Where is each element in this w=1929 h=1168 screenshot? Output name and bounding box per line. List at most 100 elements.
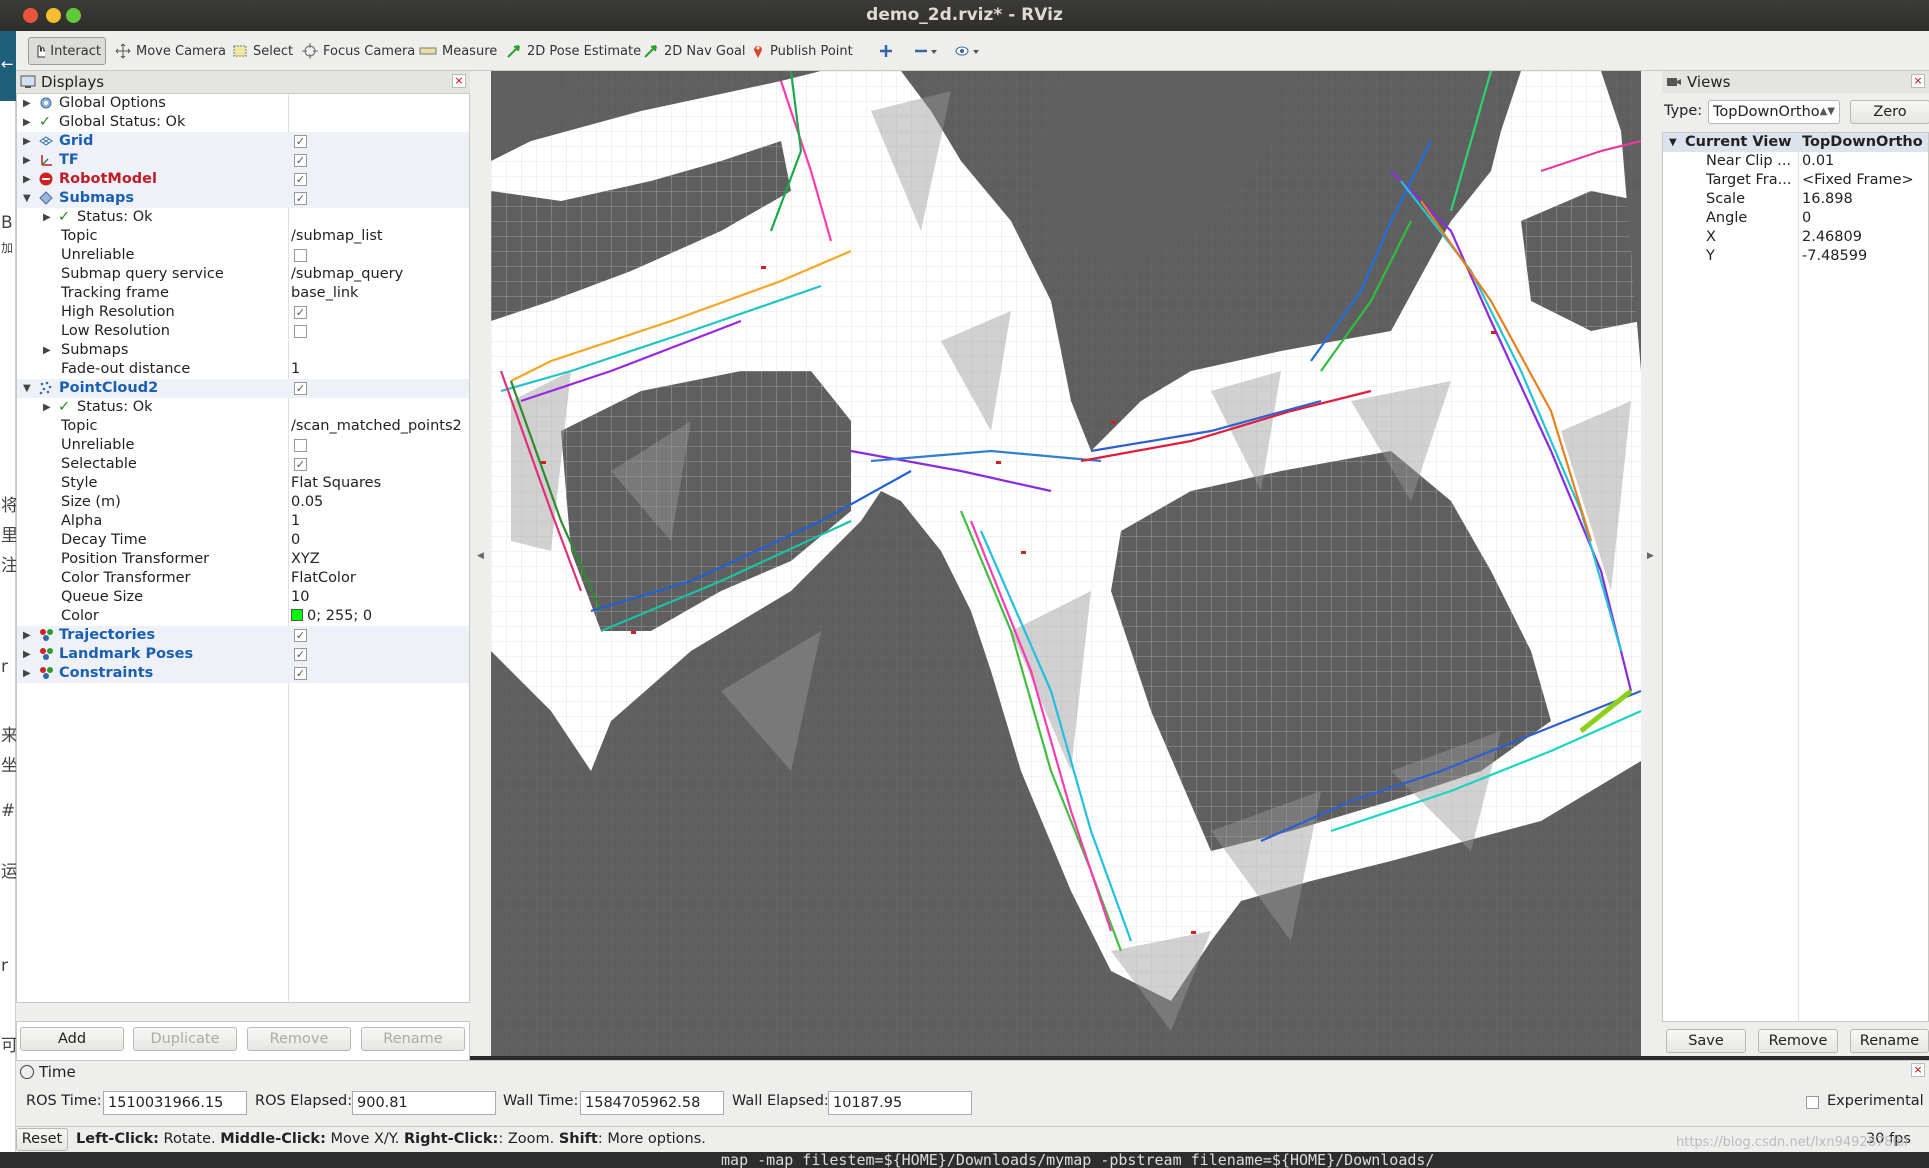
collapse-right-arrow-icon[interactable]: ▶ xyxy=(1647,551,1654,561)
property-checkbox[interactable] xyxy=(294,249,307,262)
close-panel-button[interactable]: × xyxy=(1911,1063,1925,1077)
display-row-pointcloud2[interactable]: ▼ PointCloud2 ✓ xyxy=(17,379,469,398)
display-row-submaps[interactable]: ▼ Submaps ✓ xyxy=(17,189,469,208)
property-row-unreliable[interactable]: Unreliable xyxy=(17,436,469,455)
expand-arrow-icon[interactable]: ▶ xyxy=(23,151,33,170)
property-row-submap-query-service[interactable]: Submap query service /submap_query xyxy=(17,265,469,284)
rename-display-button[interactable]: Rename xyxy=(361,1027,465,1051)
property-checkbox[interactable] xyxy=(294,439,307,452)
display-row-tf[interactable]: ▶ TF ✓ xyxy=(17,151,469,170)
enabled-checkbox[interactable]: ✓ xyxy=(294,154,307,167)
view-type-select[interactable]: TopDownOrtho ▲▼ xyxy=(1708,100,1840,124)
property-row-topic[interactable]: Topic /scan_matched_points2 xyxy=(17,417,469,436)
view-property-row[interactable]: X 2.46809 xyxy=(1663,228,1928,247)
focus-camera-tool-button[interactable]: Focus Camera xyxy=(298,37,419,65)
remove-display-button[interactable]: Remove xyxy=(247,1027,351,1051)
property-value[interactable]: 0.05 xyxy=(291,493,323,512)
view-property-row[interactable]: Angle 0 xyxy=(1663,209,1928,228)
expand-arrow-icon[interactable]: ▶ xyxy=(23,94,33,113)
current-view-row[interactable]: ▼ Current View TopDownOrtho ... xyxy=(1663,133,1928,152)
property-row-fade-out-distance[interactable]: Fade-out distance 1 xyxy=(17,360,469,379)
property-row-style[interactable]: Style Flat Squares xyxy=(17,474,469,493)
display-row-grid[interactable]: ▶ Grid ✓ xyxy=(17,132,469,151)
view-property-value[interactable]: 16.898 xyxy=(1802,190,1853,209)
remove-view-button[interactable]: Remove xyxy=(1758,1029,1838,1053)
enabled-checkbox[interactable]: ✓ xyxy=(294,135,307,148)
experimental-checkbox[interactable] xyxy=(1806,1096,1819,1109)
collapse-arrow-icon[interactable]: ▼ xyxy=(23,189,33,208)
measure-tool-button[interactable]: Measure xyxy=(415,37,501,65)
property-value[interactable]: 1 xyxy=(291,360,300,379)
nav-goal-tool-button[interactable]: 2D Nav Goal xyxy=(639,37,750,65)
property-value[interactable]: 1 xyxy=(291,512,300,531)
property-row-submaps-list[interactable]: ▶ Submaps xyxy=(17,341,469,360)
property-checkbox[interactable]: ✓ xyxy=(294,306,307,319)
property-row-topic[interactable]: Topic /submap_list xyxy=(17,227,469,246)
expand-arrow-icon[interactable]: ▶ xyxy=(43,208,53,227)
collapse-left-arrow-icon[interactable]: ◀ xyxy=(477,551,484,561)
wall-time-field[interactable]: 1584705962.58 xyxy=(580,1091,724,1115)
enabled-checkbox[interactable]: ✓ xyxy=(294,173,307,186)
view-property-value[interactable]: 0.01 xyxy=(1802,152,1834,171)
wall-elapsed-field[interactable]: 10187.95 xyxy=(828,1091,972,1115)
property-row-unreliable[interactable]: Unreliable xyxy=(17,246,469,265)
tool-properties-menu-button[interactable] xyxy=(951,37,990,65)
property-row-high-resolution[interactable]: High Resolution ✓ xyxy=(17,303,469,322)
enabled-checkbox[interactable]: ✓ xyxy=(294,629,307,642)
display-row-global-options[interactable]: ▶ Global Options xyxy=(17,94,469,113)
property-value[interactable]: /submap_list xyxy=(291,227,383,246)
interact-tool-button[interactable]: Interact xyxy=(28,37,106,65)
expand-arrow-icon[interactable]: ▶ xyxy=(43,341,53,360)
property-row-low-resolution[interactable]: Low Resolution xyxy=(17,322,469,341)
enabled-checkbox[interactable]: ✓ xyxy=(294,648,307,661)
view-property-row[interactable]: Near Clip ... 0.01 xyxy=(1663,152,1928,171)
expand-arrow-icon[interactable]: ▶ xyxy=(23,645,33,664)
collapse-arrow-icon[interactable]: ▼ xyxy=(1669,133,1677,152)
expand-arrow-icon[interactable]: ▶ xyxy=(23,664,33,683)
display-row-trajectories[interactable]: ▶ Trajectories ✓ xyxy=(17,626,469,645)
view-property-row[interactable]: Target Fra... <Fixed Frame> xyxy=(1663,171,1928,190)
display-row-robotmodel[interactable]: ▶ RobotModel ✓ xyxy=(17,170,469,189)
view-property-value[interactable]: 0 xyxy=(1802,209,1811,228)
splitter-right[interactable]: ▶ xyxy=(1641,71,1662,1056)
save-view-button[interactable]: Save xyxy=(1666,1029,1746,1053)
select-tool-button[interactable]: Select xyxy=(228,37,297,65)
expand-arrow-icon[interactable]: ▶ xyxy=(23,113,33,132)
expand-arrow-icon[interactable]: ▶ xyxy=(23,170,33,189)
expand-arrow-icon[interactable]: ▶ xyxy=(23,132,33,151)
property-value[interactable]: FlatColor xyxy=(291,569,356,588)
display-row-landmark-poses[interactable]: ▶ Landmark Poses ✓ xyxy=(17,645,469,664)
property-checkbox[interactable]: ✓ xyxy=(294,458,307,471)
display-row-constraints[interactable]: ▶ Constraints ✓ xyxy=(17,664,469,683)
view-property-value[interactable]: 2.46809 xyxy=(1802,228,1862,247)
rename-view-button[interactable]: Rename xyxy=(1850,1029,1929,1053)
property-row-color[interactable]: Color 0; 255; 0 xyxy=(17,607,469,626)
move-camera-tool-button[interactable]: Move Camera xyxy=(111,37,230,65)
property-value[interactable]: 0 xyxy=(291,531,300,550)
property-row-color-transformer[interactable]: Color Transformer FlatColor xyxy=(17,569,469,588)
add-display-button[interactable]: Add xyxy=(20,1027,124,1051)
property-row-selectable[interactable]: Selectable ✓ xyxy=(17,455,469,474)
collapse-arrow-icon[interactable]: ▼ xyxy=(23,379,33,398)
property-value[interactable]: /scan_matched_points2 xyxy=(291,417,462,436)
pose-estimate-tool-button[interactable]: 2D Pose Estimate xyxy=(502,37,645,65)
view-property-value[interactable]: <Fixed Frame> xyxy=(1802,171,1914,190)
property-value[interactable]: Flat Squares xyxy=(291,474,381,493)
splitter-left[interactable]: ◀ xyxy=(470,71,491,1056)
property-row-alpha[interactable]: Alpha 1 xyxy=(17,512,469,531)
close-panel-button[interactable]: × xyxy=(1911,74,1925,88)
render-viewport[interactable] xyxy=(491,71,1641,1056)
property-row-queue-size[interactable]: Queue Size 10 xyxy=(17,588,469,607)
view-property-row[interactable]: Scale 16.898 xyxy=(1663,190,1928,209)
property-row-status[interactable]: ▶ ✓ Status: Ok xyxy=(17,398,469,417)
property-row-size[interactable]: Size (m) 0.05 xyxy=(17,493,469,512)
property-value[interactable]: XYZ xyxy=(291,550,320,569)
publish-point-tool-button[interactable]: Publish Point xyxy=(747,37,857,65)
display-row-global-status[interactable]: ▶ ✓ Global Status: Ok xyxy=(17,113,469,132)
enabled-checkbox[interactable]: ✓ xyxy=(294,667,307,680)
property-value[interactable]: /submap_query xyxy=(291,265,403,284)
property-value[interactable]: 0; 255; 0 xyxy=(291,607,372,626)
reset-button[interactable]: Reset xyxy=(16,1128,68,1151)
property-row-tracking-frame[interactable]: Tracking frame base_link xyxy=(17,284,469,303)
zero-view-button[interactable]: Zero xyxy=(1850,100,1929,124)
